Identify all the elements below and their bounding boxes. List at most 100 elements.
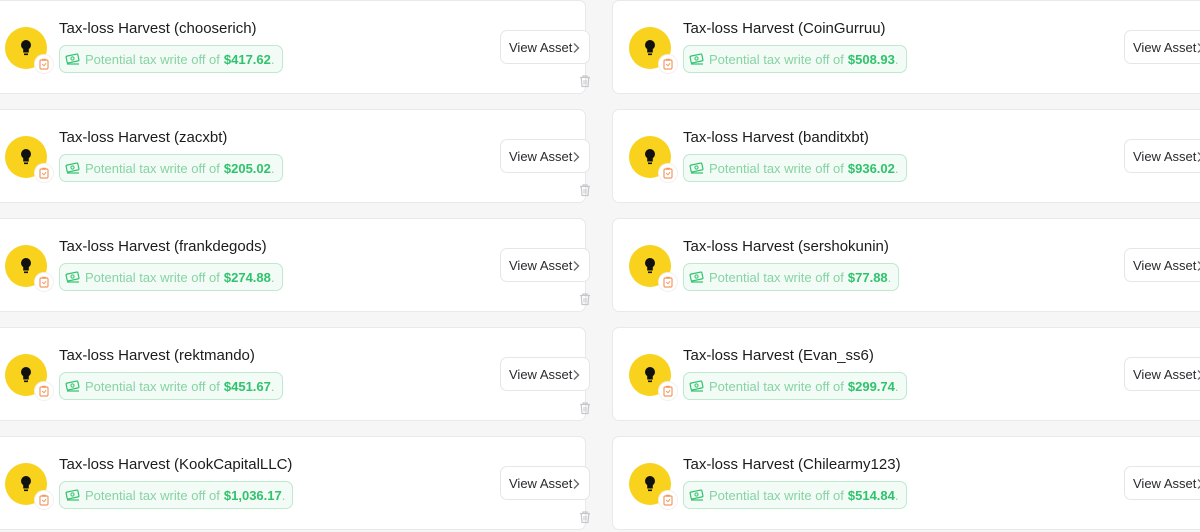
write-off-amount: $205.02 <box>223 160 271 176</box>
harvest-card: Tax-loss Harvest (KookCapitalLLC) Potent… <box>0 436 590 530</box>
money-icon <box>65 380 80 392</box>
view-asset-button[interactable]: View Asset <box>500 466 590 500</box>
money-icon <box>65 53 80 65</box>
view-asset-button[interactable]: View Asset <box>1124 357 1200 391</box>
period: . <box>270 160 275 176</box>
write-off-label: Potential tax write off of <box>709 51 844 67</box>
write-off-label: Potential tax write off of <box>85 487 220 503</box>
clipboard-icon <box>39 167 49 179</box>
harvest-card: Tax-loss Harvest (chooserich) Potential … <box>0 0 590 94</box>
write-off-amount: $417.62 <box>223 51 271 67</box>
write-off-amount: $299.74 <box>847 378 895 394</box>
write-off-amount: $936.02 <box>847 160 895 176</box>
clipboard-badge <box>35 382 53 400</box>
view-asset-label: View Asset <box>509 475 573 491</box>
write-off-amount: $274.88 <box>223 269 271 285</box>
lightbulb-icon <box>645 258 655 274</box>
harvest-card: Tax-loss Harvest (frankdegods) Potential… <box>0 218 590 312</box>
write-off-label: Potential tax write off of <box>709 487 844 503</box>
view-asset-button[interactable]: View Asset <box>1124 248 1200 282</box>
view-asset-button[interactable]: View Asset <box>1124 139 1200 173</box>
money-icon <box>65 162 80 174</box>
write-off-label: Potential tax write off of <box>709 160 844 176</box>
clipboard-badge <box>659 382 677 400</box>
write-off-label: Potential tax write off of <box>85 269 220 285</box>
view-asset-label: View Asset <box>1133 366 1197 382</box>
lightbulb-icon <box>645 40 655 56</box>
trash-icon[interactable] <box>578 401 592 415</box>
view-asset-button[interactable]: View Asset <box>500 30 590 64</box>
lightbulb-icon <box>21 476 31 492</box>
avatar <box>5 27 53 73</box>
view-asset-button[interactable]: View Asset <box>500 248 590 282</box>
card-title: Tax-loss Harvest (CoinGurruu) <box>683 20 886 37</box>
card-title: Tax-loss Harvest (chooserich) <box>59 20 257 37</box>
clipboard-icon <box>663 494 673 506</box>
write-off-amount: $1,036.17 <box>223 487 282 503</box>
view-asset-label: View Asset <box>1133 39 1197 55</box>
avatar <box>629 463 677 509</box>
clipboard-icon <box>663 276 673 288</box>
view-asset-label: View Asset <box>509 39 573 55</box>
avatar <box>5 463 53 509</box>
lightbulb-icon <box>645 367 655 383</box>
write-off-pill: Potential tax write off of $299.74. <box>683 372 907 400</box>
card-title: Tax-loss Harvest (rektmando) <box>59 347 255 364</box>
money-icon <box>689 162 704 174</box>
harvest-card: Tax-loss Harvest (banditxbt) Potential t… <box>612 109 1200 203</box>
write-off-label: Potential tax write off of <box>85 160 220 176</box>
chevron-right-icon <box>573 43 580 53</box>
period: . <box>887 269 892 285</box>
write-off-amount: $77.88 <box>847 269 888 285</box>
money-icon <box>689 380 704 392</box>
lightbulb-icon <box>21 367 31 383</box>
card-title: Tax-loss Harvest (zacxbt) <box>59 129 228 146</box>
view-asset-label: View Asset <box>509 366 573 382</box>
write-off-pill: Potential tax write off of $936.02. <box>683 154 907 182</box>
write-off-label: Potential tax write off of <box>85 51 220 67</box>
avatar <box>629 245 677 291</box>
harvest-card: Tax-loss Harvest (Evan_ss6) Potential ta… <box>612 327 1200 421</box>
period: . <box>270 51 275 67</box>
write-off-pill: Potential tax write off of $205.02. <box>59 154 283 182</box>
avatar <box>629 354 677 400</box>
avatar <box>629 27 677 73</box>
view-asset-button[interactable]: View Asset <box>500 139 590 173</box>
write-off-amount: $514.84 <box>847 487 895 503</box>
view-asset-button[interactable]: View Asset <box>1124 466 1200 500</box>
view-asset-button[interactable]: View Asset <box>1124 30 1200 64</box>
period: . <box>270 269 275 285</box>
card-title: Tax-loss Harvest (KookCapitalLLC) <box>59 456 293 473</box>
chevron-right-icon <box>573 479 580 489</box>
lightbulb-icon <box>645 149 655 165</box>
clipboard-badge <box>35 55 53 73</box>
view-asset-label: View Asset <box>509 148 573 164</box>
chevron-right-icon <box>1197 479 1200 489</box>
write-off-pill: Potential tax write off of $514.84. <box>683 481 907 509</box>
trash-icon[interactable] <box>578 510 592 524</box>
harvest-card: Tax-loss Harvest (zacxbt) Potential tax … <box>0 109 590 203</box>
write-off-pill: Potential tax write off of $508.93. <box>683 45 907 73</box>
write-off-pill: Potential tax write off of $451.67. <box>59 372 283 400</box>
harvest-card: Tax-loss Harvest (Chilearmy123) Potentia… <box>612 436 1200 530</box>
write-off-label: Potential tax write off of <box>709 378 844 394</box>
write-off-amount: $508.93 <box>847 51 895 67</box>
chevron-right-icon <box>1197 152 1200 162</box>
clipboard-badge <box>659 273 677 291</box>
view-asset-button[interactable]: View Asset <box>500 357 590 391</box>
clipboard-icon <box>39 494 49 506</box>
trash-icon[interactable] <box>578 292 592 306</box>
lightbulb-icon <box>645 476 655 492</box>
write-off-amount: $451.67 <box>223 378 271 394</box>
money-icon <box>65 271 80 283</box>
trash-icon[interactable] <box>578 183 592 197</box>
lightbulb-icon <box>21 149 31 165</box>
clipboard-badge <box>659 164 677 182</box>
trash-icon[interactable] <box>578 74 592 88</box>
write-off-label: Potential tax write off of <box>85 378 220 394</box>
clipboard-icon <box>663 58 673 70</box>
chevron-right-icon <box>1197 370 1200 380</box>
chevron-right-icon <box>573 370 580 380</box>
lightbulb-icon <box>21 258 31 274</box>
chevron-right-icon <box>1197 261 1200 271</box>
